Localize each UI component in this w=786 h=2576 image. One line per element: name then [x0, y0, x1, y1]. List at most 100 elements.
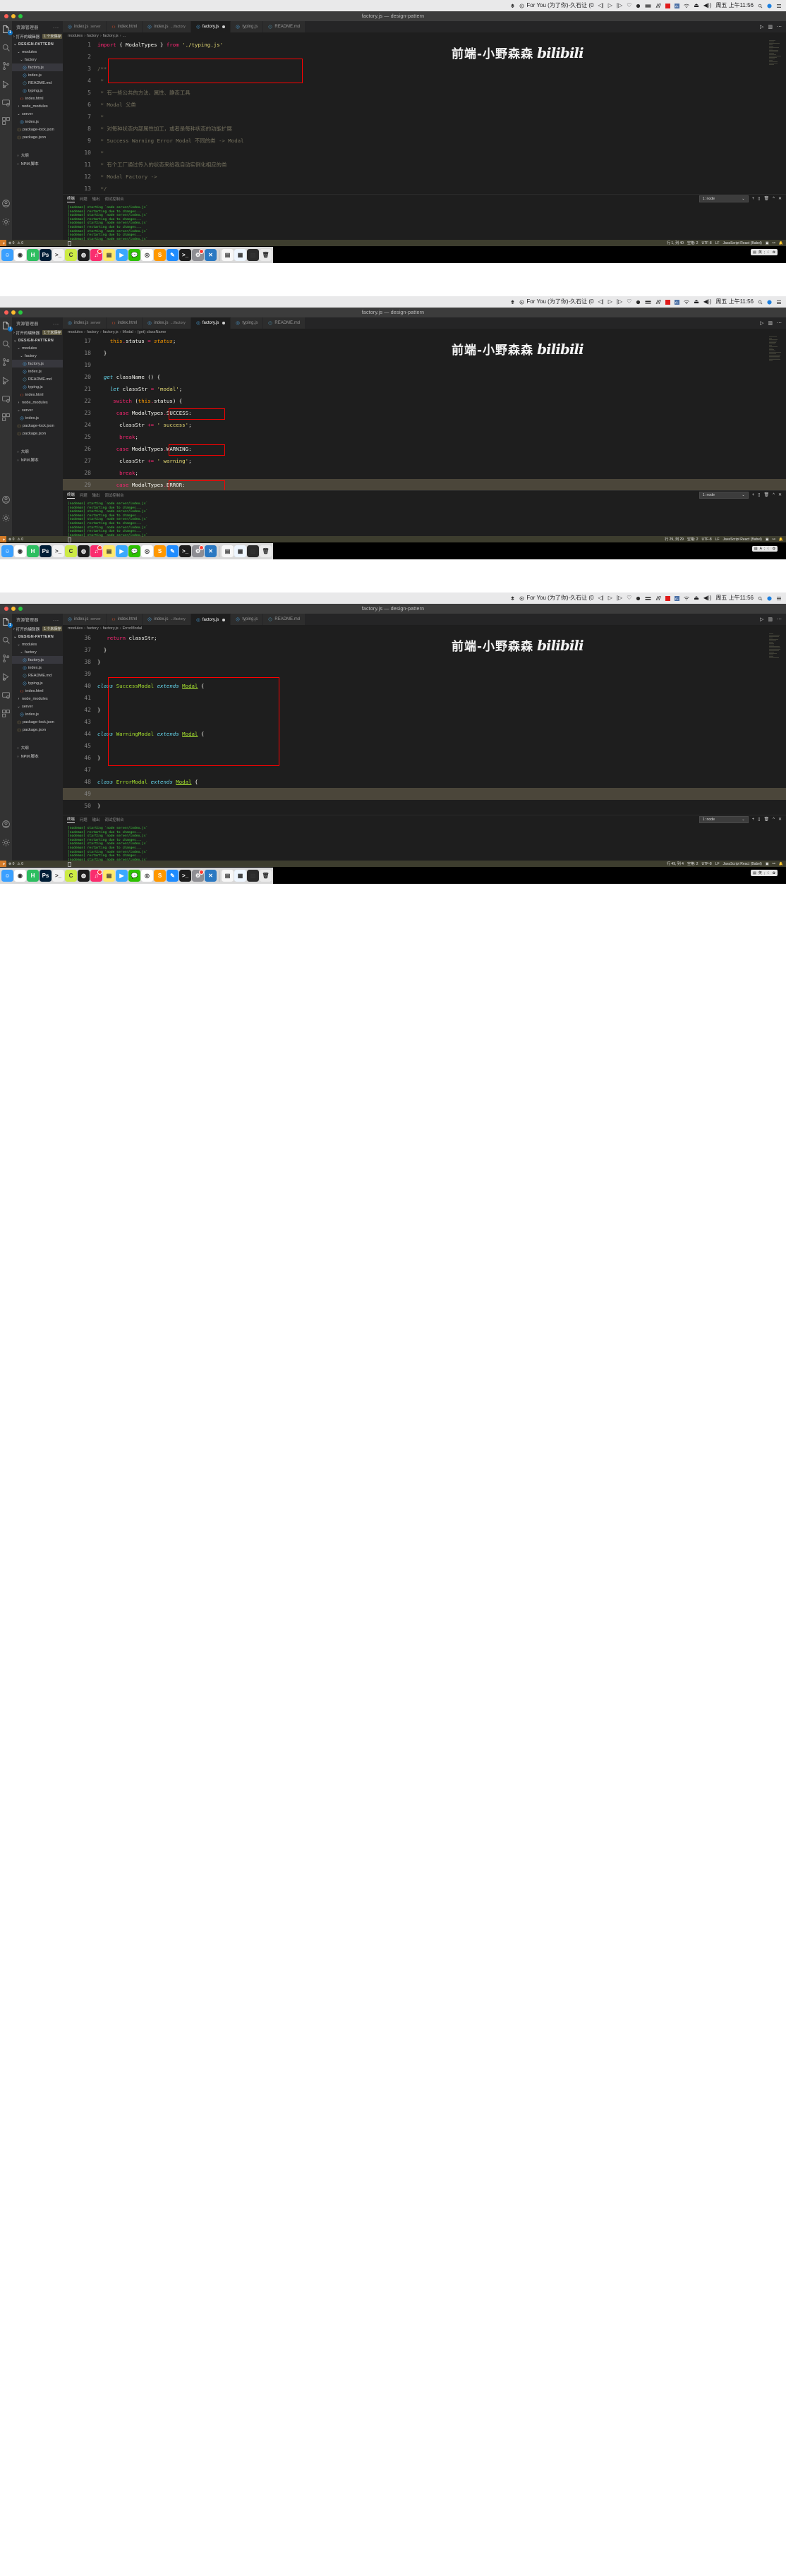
code-line[interactable]: 4 * [63, 75, 786, 87]
chevron-down-icon[interactable]: ⌄ [17, 408, 20, 413]
tree-item-index.html[interactable]: index.html [12, 95, 63, 102]
tree-item-index.html[interactable]: index.html [12, 391, 63, 399]
dock-app-music-app[interactable]: ♫ [90, 545, 102, 557]
dock-app-sublime[interactable]: S [154, 545, 166, 557]
play-icon[interactable]: ▷ [608, 595, 612, 601]
code-line[interactable]: 10 * [63, 147, 786, 159]
prev-track-icon[interactable]: ◁| [598, 299, 604, 305]
prev-track-icon[interactable]: ◁| [598, 595, 604, 601]
prettier-icon[interactable]: ▣ [766, 241, 769, 245]
breadcrumb-item[interactable]: Modal [123, 330, 133, 334]
dock-app-stickies[interactable]: ▤ [103, 249, 115, 261]
remote-indicator-icon[interactable] [0, 536, 6, 542]
code-line[interactable]: 43 [63, 716, 786, 728]
editor-tab-index.html[interactable]: index.html [107, 614, 143, 625]
chevron-down-icon[interactable]: ⌄ [13, 339, 17, 343]
warning-count[interactable]: ⚠ 0 [17, 862, 23, 866]
breadcrumb-item[interactable]: modules [68, 626, 83, 631]
stats-icon[interactable] [675, 300, 679, 305]
indentation[interactable]: 空格: 2 [687, 241, 699, 245]
terminal-output[interactable]: [nodemon] starting `node server/index.js… [63, 202, 786, 240]
remote-indicator-icon[interactable] [0, 240, 6, 246]
broadcast-icon[interactable]: ⚯ [773, 537, 775, 542]
language-mode[interactable]: JavaScript React (Babel) [723, 862, 762, 866]
dock-app-sketchbook[interactable]: >_ [52, 545, 64, 557]
bell-icon[interactable]: 🔔 [779, 862, 783, 866]
split-terminal-icon[interactable]: ▯ [758, 492, 760, 497]
dock-item-trash[interactable]: 🗑 [260, 545, 272, 557]
breadcrumb-item[interactable]: factory [87, 330, 99, 334]
heart-icon[interactable]: ♡ [627, 299, 631, 305]
music-now-playing[interactable]: For You (为了你)-久石让 (0 [519, 299, 593, 305]
tree-item-README.md[interactable]: README.md [12, 375, 63, 383]
code-line[interactable]: 48 class ErrorModal extends Modal { [63, 776, 786, 788]
tree-item-server[interactable]: ⌄server [12, 110, 63, 118]
wifi-icon[interactable] [684, 300, 689, 305]
code-line[interactable]: 44 class WarningModal extends Modal { [63, 728, 786, 740]
airdrop-icon[interactable] [636, 300, 641, 305]
close-icon[interactable]: ✕ [778, 817, 782, 822]
dock-app-stickies[interactable]: ▤ [103, 545, 115, 557]
panel-tab-问题[interactable]: 问题 [80, 492, 87, 498]
spotlight-search-icon[interactable] [758, 300, 763, 305]
code-line[interactable]: 41 [63, 692, 786, 704]
dock-item-preview-doc[interactable]: ▥ [247, 545, 259, 557]
more-actions-icon[interactable]: ... [53, 321, 59, 326]
breadcrumb-item[interactable]: factory.js [103, 34, 119, 38]
panel-tab-终端[interactable]: 终端 [67, 816, 75, 823]
dock-app-wechat[interactable]: 💬 [128, 545, 140, 557]
keyboard-icon[interactable] [645, 596, 651, 601]
dock-item-trash[interactable]: 🗑 [260, 249, 272, 261]
panel-tab-问题[interactable]: 问题 [80, 817, 87, 822]
more-actions-icon[interactable]: ... [53, 617, 59, 622]
dock-item-preview-doc[interactable]: ▥ [247, 870, 259, 882]
dock-item-excel-doc[interactable]: ▦ [234, 870, 246, 882]
open-editors-row[interactable]: › 打开的编辑器 1 个未保存 [12, 625, 63, 633]
spotlight-search-icon[interactable] [758, 596, 763, 601]
tree-item-index.js[interactable]: index.js [12, 367, 63, 375]
stats-icon[interactable] [675, 596, 679, 601]
chevron-up-icon[interactable]: ^ [773, 197, 775, 201]
control-center-icon[interactable] [767, 300, 772, 305]
activity-remote-explorer[interactable] [1, 691, 11, 700]
activity-run-and-debug[interactable] [1, 80, 11, 89]
dock-app-sketchbook[interactable]: >_ [52, 249, 64, 261]
ime-gear-icon[interactable]: ✿ [773, 547, 775, 551]
more-actions-icon[interactable]: ⋯ [777, 616, 782, 622]
prettier-icon[interactable]: ▣ [766, 862, 769, 866]
bell-icon[interactable]: 🔔 [779, 537, 783, 542]
dock-app-vscode[interactable]: ✕ [205, 545, 217, 557]
project-root-row[interactable]: ⌄ DESIGN-PATTERN [12, 40, 63, 48]
code-line[interactable]: 40 class SuccessModal extends Modal { [63, 680, 786, 692]
terminal-selector[interactable]: 1: node⌄ [699, 816, 749, 823]
editor-tab-index.js[interactable]: index.js server [63, 21, 107, 32]
heart-icon[interactable]: ♡ [627, 595, 631, 601]
editor-tab-index.js[interactable]: index.js server [63, 614, 107, 625]
tree-item-package.json[interactable]: package.json [12, 133, 63, 141]
more-actions-icon[interactable]: ... [53, 25, 59, 30]
panel-tab-输出[interactable]: 输出 [92, 196, 100, 202]
dock-app-sublime[interactable]: S [154, 870, 166, 882]
dock-app-music-app[interactable]: ♫ [90, 249, 102, 261]
dock-app-finder[interactable]: ☺ [1, 870, 13, 882]
dock-app-photoshop[interactable]: Ps [40, 870, 52, 882]
chevron-down-icon[interactable]: ⌄ [20, 354, 23, 358]
code-line[interactable]: 12 * Modal Factory -> [63, 171, 786, 183]
notification-center-icon[interactable] [776, 300, 782, 305]
code-line[interactable]: 37 } [63, 644, 786, 656]
dock-app-system-preferences[interactable]: ⚙ [192, 870, 204, 882]
dock-app-stickies[interactable]: ▤ [103, 870, 115, 882]
dock-app-evernote[interactable]: H [27, 870, 39, 882]
breadcrumb-item[interactable]: ErrorModal [123, 626, 143, 631]
code-line[interactable]: 36 return classStr; [63, 632, 786, 644]
clock[interactable]: 周五 上午11:56 [715, 595, 754, 601]
dock-app-sketchbook[interactable]: >_ [52, 870, 64, 882]
code-line[interactable]: 23 case ModalTypes.SUCCESS: [63, 407, 786, 419]
dock-app-postman[interactable]: ✎ [167, 870, 179, 882]
prev-track-icon[interactable]: ◁| [598, 3, 604, 8]
language-mode[interactable]: JavaScript React (Babel) [723, 241, 762, 245]
panel-tab-终端[interactable]: 终端 [67, 195, 75, 202]
code-line[interactable]: 2 [63, 51, 786, 63]
dock-app-chromatic[interactable]: ◉ [14, 249, 26, 261]
code-line[interactable]: 29 case ModalTypes.ERROR: [63, 479, 786, 490]
